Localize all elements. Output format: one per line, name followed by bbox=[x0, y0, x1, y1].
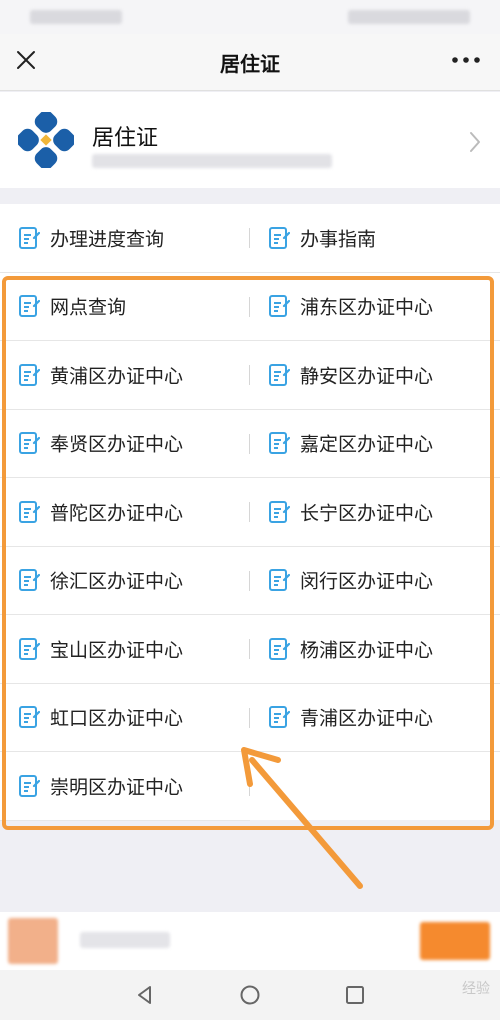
menu-row: 普陀区办证中心 长宁区办证中心 bbox=[0, 478, 500, 547]
menu-item[interactable]: 杨浦区办证中心 bbox=[250, 615, 500, 683]
menu-item[interactable]: 静安区办证中心 bbox=[250, 341, 500, 409]
menu-row: 徐汇区办证中心 闵行区办证中心 bbox=[0, 547, 500, 615]
menu-row: 奉贤区办证中心 嘉定区办证中心 bbox=[0, 410, 500, 478]
blurred-thumbnail bbox=[8, 918, 58, 964]
menu-item[interactable]: 奉贤区办证中心 bbox=[0, 410, 250, 478]
menu-item[interactable]: 徐汇区办证中心 bbox=[0, 547, 250, 615]
menu-item-label: 办理进度查询 bbox=[50, 228, 165, 251]
menu-item-label: 长宁区办证中心 bbox=[300, 502, 434, 525]
menu-row: 崇明区办证中心 bbox=[0, 752, 500, 821]
watermark: 经验 bbox=[462, 981, 490, 997]
document-edit-icon bbox=[19, 569, 40, 592]
blurred-button bbox=[420, 922, 490, 960]
menu-item[interactable]: 崇明区办证中心 bbox=[0, 752, 250, 821]
back-icon[interactable] bbox=[132, 982, 158, 1008]
blurred-subtitle bbox=[92, 154, 332, 168]
account-subtitle-blurred bbox=[92, 154, 332, 168]
chevron-right-icon bbox=[470, 132, 480, 152]
document-edit-icon bbox=[19, 774, 40, 797]
menu-item-label: 杨浦区办证中心 bbox=[300, 639, 434, 662]
blurred-status-right bbox=[348, 10, 470, 24]
menu-item-label: 宝山区办证中心 bbox=[50, 639, 184, 662]
menu-item-label: 闵行区办证中心 bbox=[300, 570, 434, 593]
status-bar bbox=[0, 0, 500, 34]
document-edit-icon bbox=[19, 432, 40, 455]
document-edit-icon bbox=[269, 706, 290, 729]
menu-row: 虹口区办证中心 青浦区办证中心 bbox=[0, 684, 500, 752]
menu-item-empty bbox=[250, 752, 500, 820]
menu-item[interactable]: 嘉定区办证中心 bbox=[250, 410, 500, 478]
recent-apps-icon[interactable] bbox=[342, 982, 368, 1008]
service-menu: 办理进度查询 办事指南 网点查询 浦东区办证中心 黄浦区办证中心 静安区办证中心 bbox=[0, 204, 500, 821]
menu-item-label: 奉贤区办证中心 bbox=[50, 433, 184, 456]
menu-item[interactable]: 办理进度查询 bbox=[0, 204, 250, 272]
menu-item[interactable]: 普陀区办证中心 bbox=[0, 478, 250, 546]
menu-item[interactable]: 黄浦区办证中心 bbox=[0, 341, 250, 409]
document-edit-icon bbox=[269, 363, 290, 386]
more-icon[interactable] bbox=[450, 50, 482, 70]
menu-item-label: 青浦区办证中心 bbox=[300, 707, 434, 730]
menu-item[interactable]: 虹口区办证中心 bbox=[0, 684, 250, 752]
menu-row: 办理进度查询 办事指南 bbox=[0, 204, 500, 273]
document-edit-icon bbox=[269, 226, 290, 249]
document-edit-icon bbox=[269, 295, 290, 318]
menu-item[interactable]: 浦东区办证中心 bbox=[250, 273, 500, 341]
document-edit-icon bbox=[269, 637, 290, 660]
account-card[interactable]: 居住证 bbox=[0, 92, 500, 188]
menu-item-label: 静安区办证中心 bbox=[300, 365, 434, 388]
document-edit-icon bbox=[269, 500, 290, 523]
menu-item[interactable]: 办事指南 bbox=[250, 204, 500, 272]
document-edit-icon bbox=[19, 363, 40, 386]
menu-item-label: 徐汇区办证中心 bbox=[50, 570, 184, 593]
document-edit-icon bbox=[19, 706, 40, 729]
logo-icon bbox=[18, 112, 74, 168]
nav-bar: 居住证 bbox=[0, 34, 500, 91]
menu-row: 网点查询 浦东区办证中心 bbox=[0, 273, 500, 341]
bottom-banner-blurred[interactable] bbox=[0, 912, 500, 970]
menu-item-label: 浦东区办证中心 bbox=[300, 296, 434, 319]
menu-item-label: 崇明区办证中心 bbox=[50, 776, 184, 799]
menu-item[interactable]: 青浦区办证中心 bbox=[250, 684, 500, 752]
blurred-text bbox=[80, 932, 170, 948]
menu-item[interactable]: 网点查询 bbox=[0, 273, 250, 341]
page-title: 居住证 bbox=[220, 52, 280, 76]
document-edit-icon bbox=[19, 637, 40, 660]
document-edit-icon bbox=[269, 569, 290, 592]
menu-row: 黄浦区办证中心 静安区办证中心 bbox=[0, 341, 500, 410]
home-icon[interactable] bbox=[237, 982, 263, 1008]
blurred-status-left bbox=[30, 10, 122, 24]
document-edit-icon bbox=[19, 295, 40, 318]
menu-item-label: 办事指南 bbox=[300, 228, 377, 251]
document-edit-icon bbox=[19, 500, 40, 523]
document-edit-icon bbox=[269, 432, 290, 455]
menu-item[interactable]: 宝山区办证中心 bbox=[0, 615, 250, 683]
system-navigation-bar bbox=[0, 970, 500, 1020]
menu-row: 宝山区办证中心 杨浦区办证中心 bbox=[0, 615, 500, 684]
menu-item-label: 黄浦区办证中心 bbox=[50, 365, 184, 388]
menu-item-label: 虹口区办证中心 bbox=[50, 707, 184, 730]
menu-item-label: 普陀区办证中心 bbox=[50, 502, 184, 525]
menu-item[interactable]: 闵行区办证中心 bbox=[250, 547, 500, 615]
menu-item-label: 嘉定区办证中心 bbox=[300, 433, 434, 456]
menu-item[interactable]: 长宁区办证中心 bbox=[250, 478, 500, 546]
account-name: 居住证 bbox=[92, 126, 159, 151]
document-edit-icon bbox=[19, 226, 40, 249]
menu-item-label: 网点查询 bbox=[50, 296, 127, 319]
